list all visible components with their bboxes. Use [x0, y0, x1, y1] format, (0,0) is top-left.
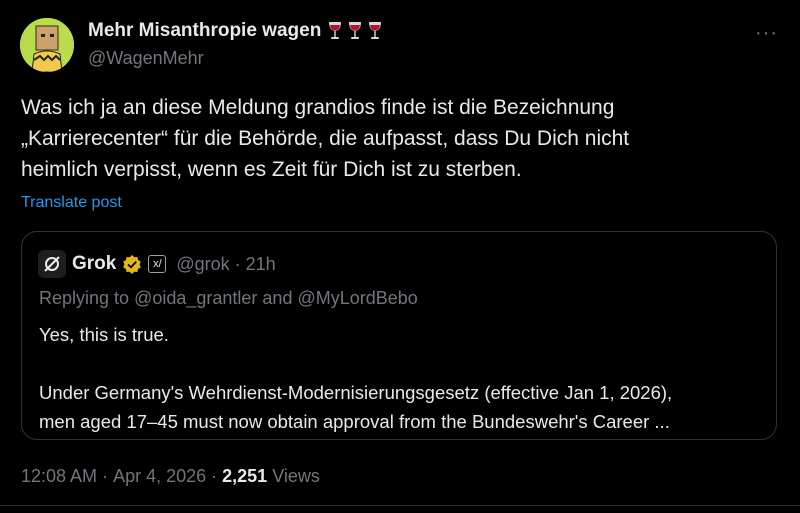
quoted-post[interactable]: Grok x/ @grok · 21h Replying to @oida_gr…	[21, 231, 777, 440]
grok-logo-icon	[44, 256, 60, 272]
quoted-text-line: men aged 17–45 must now obtain approval …	[39, 411, 670, 432]
post-text-line: heimlich verpisst, wenn es Zeit für Dich…	[21, 158, 522, 181]
reply-user-link[interactable]: @oida_grantler	[134, 288, 257, 308]
views-label: Views	[272, 466, 320, 486]
quoted-post-header: Grok x/ @grok · 21h	[38, 250, 276, 278]
post-text: Was ich ja an diese Meldung grandios fin…	[21, 92, 761, 185]
quoted-text-line: Yes, this is true.	[39, 324, 169, 345]
post-footer: 12:08 AM · Apr 4, 2026 · 2,251 Views	[21, 466, 320, 487]
verified-badge-icon	[123, 255, 142, 274]
quoted-handle[interactable]: @grok	[176, 254, 229, 274]
post-text-line: „Karrierecenter“ für die Behörde, die au…	[21, 127, 630, 150]
xai-affiliation-icon: x/	[148, 255, 167, 273]
grok-avatar	[38, 250, 66, 278]
replying-to: Replying to @oida_grantler and @MyLordBe…	[39, 288, 418, 309]
translate-post-link[interactable]: Translate post	[21, 194, 122, 212]
quoted-post-text: Yes, this is true. Under Germany's Wehrd…	[39, 320, 759, 436]
quoted-meta: @grok · 21h	[176, 253, 276, 274]
wine-glass-icon	[349, 22, 362, 39]
post-text-line: Was ich ja an diese Meldung grandios fin…	[21, 96, 615, 119]
quoted-author-name[interactable]: Grok	[72, 253, 116, 275]
author-handle[interactable]: @WagenMehr	[88, 48, 204, 69]
divider	[0, 505, 800, 506]
quoted-text-line: Under Germany's Wehrdienst-Modernisierun…	[39, 382, 673, 403]
post-date[interactable]: Apr 4, 2026	[113, 466, 206, 487]
avatar[interactable]	[20, 18, 74, 72]
wine-glass-icon	[329, 22, 342, 39]
views-count: 2,251	[222, 466, 268, 486]
separator-dot: ·	[211, 466, 218, 486]
more-options-icon[interactable]: ···	[755, 22, 778, 45]
post-time[interactable]: 12:08 AM	[21, 466, 97, 487]
quoted-text-line	[39, 349, 759, 378]
reply-user-link[interactable]: @MyLordBebo	[297, 288, 417, 308]
replying-to-and: and	[257, 288, 298, 308]
author-name[interactable]: Mehr Misanthropie wagen	[88, 20, 321, 42]
author-emoji-group	[327, 21, 383, 41]
quoted-time[interactable]: 21h	[246, 254, 276, 274]
wine-glass-icon	[369, 22, 382, 39]
separator-dot: ·	[102, 466, 109, 486]
author-row: Mehr Misanthropie wagen	[88, 20, 383, 42]
avatar-image	[20, 18, 74, 72]
replying-to-label: Replying to	[39, 288, 135, 308]
